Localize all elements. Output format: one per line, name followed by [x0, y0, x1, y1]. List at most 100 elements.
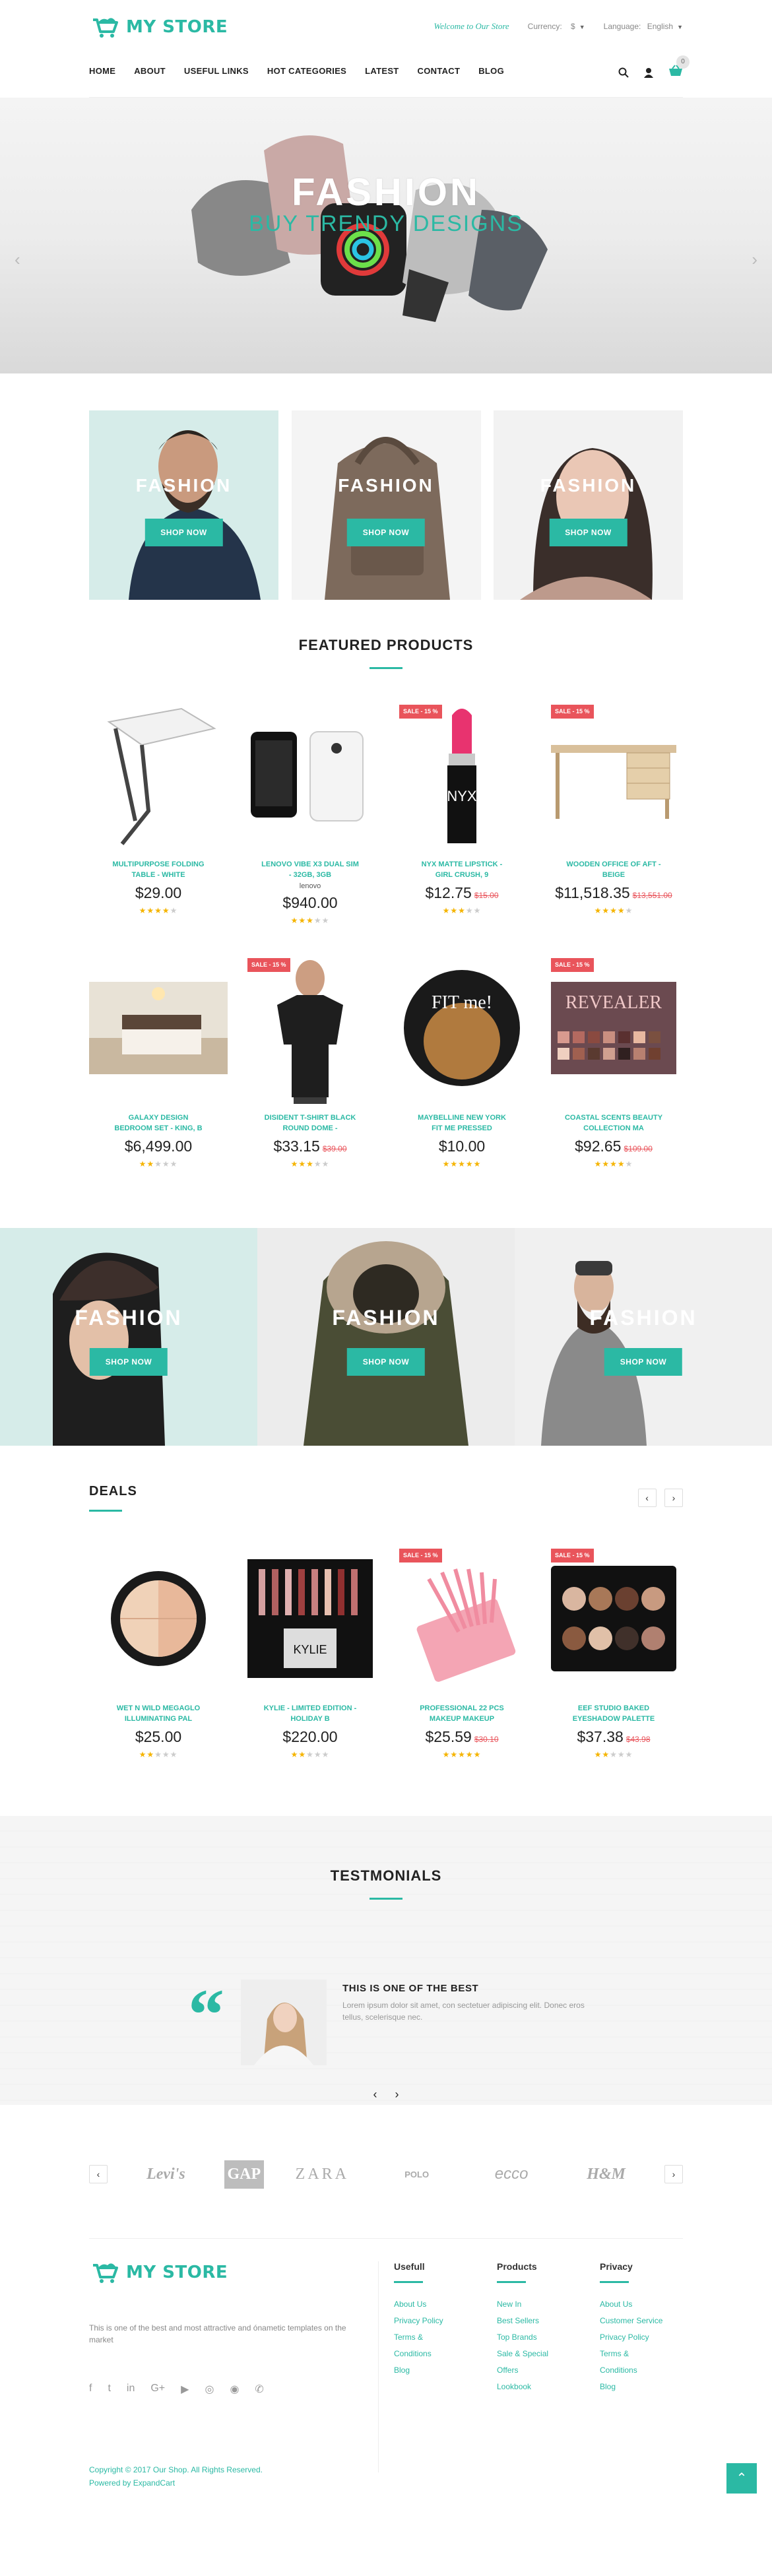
- product-image[interactable]: KYLIE: [241, 1542, 379, 1695]
- footer-link[interactable]: Sale & Special Offers: [497, 2346, 565, 2379]
- product-image[interactable]: SALE - 15 %: [544, 698, 683, 851]
- product-name[interactable]: COASTAL SCENTS BEAUTY COLLECTION MA: [544, 1112, 683, 1134]
- product-image[interactable]: FIT me!: [393, 951, 531, 1105]
- nav-item-about[interactable]: ABOUT: [134, 66, 166, 76]
- hero-prev-arrow[interactable]: ‹: [15, 249, 20, 270]
- footer-link[interactable]: Customer Service: [600, 2313, 668, 2329]
- banner-1[interactable]: FASHION SHOP NOW: [89, 410, 278, 600]
- nav-item-blog[interactable]: BLOG: [478, 66, 504, 76]
- language-selector[interactable]: Language: English ▼: [604, 22, 683, 31]
- product-card[interactable]: FIT me! MAYBELLINE NEW YORK FIT ME PRESSE…: [393, 951, 531, 1169]
- nav-item-useful-links[interactable]: USEFUL LINKS: [184, 66, 249, 76]
- product-name[interactable]: GALAXY DESIGN BEDROOM SET - KING, B: [89, 1112, 228, 1134]
- product-image[interactable]: SALE - 15 %: [544, 1542, 683, 1695]
- footer-link[interactable]: Best Sellers: [497, 2313, 565, 2329]
- footer-link[interactable]: Blog: [600, 2379, 668, 2395]
- footer-link[interactable]: Terms & Conditions: [600, 2346, 668, 2379]
- footer-link[interactable]: About Us: [600, 2296, 668, 2313]
- footer-link[interactable]: Top Brands: [497, 2329, 565, 2346]
- testimonial-prev-arrow[interactable]: ‹: [373, 2088, 377, 2101]
- footer-link[interactable]: Terms & Conditions: [394, 2329, 463, 2362]
- product-name[interactable]: MULTIPURPOSE FOLDING TABLE - WHITE: [89, 859, 228, 880]
- facebook-icon[interactable]: f: [89, 2383, 92, 2396]
- currency-selector[interactable]: Currency: $ ▼: [528, 22, 585, 31]
- product-name[interactable]: LENOVO VIBE X3 DUAL SIM - 32GB, 3GB: [241, 859, 379, 880]
- cart-button[interactable]: 0: [668, 55, 690, 80]
- user-icon[interactable]: [643, 67, 654, 78]
- nav-item-hot-categories[interactable]: HOT CATEGORIES: [267, 66, 346, 76]
- product-name[interactable]: EEF STUDIO BAKED EYESHADOW PALETTE: [544, 1703, 683, 1724]
- product-card[interactable]: NYX SALE - 15 % NYX MATTE LIPSTICK - GIRL …: [393, 698, 531, 925]
- shop-now-button[interactable]: SHOP NOW: [604, 1348, 683, 1376]
- product-name[interactable]: MAYBELLINE NEW YORK FIT ME PRESSED: [393, 1112, 531, 1134]
- deals-next-button[interactable]: ›: [664, 1489, 683, 1507]
- shop-now-button[interactable]: SHOP NOW: [549, 519, 627, 546]
- linkedin-icon[interactable]: in: [127, 2383, 135, 2396]
- testimonial-next-arrow[interactable]: ›: [395, 2088, 399, 2101]
- deals-prev-button[interactable]: ‹: [637, 1489, 657, 1507]
- footer-link[interactable]: Privacy Policy: [600, 2329, 668, 2346]
- footer-link[interactable]: About Us: [394, 2296, 463, 2313]
- nav-item-contact[interactable]: CONTACT: [418, 66, 461, 76]
- brand-logo-3[interactable]: ZARA: [286, 2166, 358, 2183]
- logo[interactable]: MY STORE: [89, 16, 228, 38]
- powered-by-link[interactable]: Powered by ExpandCart: [89, 2476, 263, 2490]
- shop-now-button[interactable]: SHOP NOW: [346, 1348, 426, 1376]
- youtube-icon[interactable]: ▶: [181, 2383, 189, 2396]
- footer-link[interactable]: New In: [497, 2296, 565, 2313]
- shop-now-button[interactable]: SHOP NOW: [145, 519, 223, 546]
- product-image[interactable]: [89, 698, 228, 851]
- product-image[interactable]: NYX SALE - 15 %: [393, 698, 531, 851]
- product-image[interactable]: SALE - 15 %: [241, 951, 379, 1105]
- nav-item-latest[interactable]: LATEST: [365, 66, 399, 76]
- product-card[interactable]: MULTIPURPOSE FOLDING TABLE - WHITE $29.00…: [89, 698, 228, 925]
- product-card[interactable]: LENOVO VIBE X3 DUAL SIM - 32GB, 3GB lenov…: [241, 698, 379, 925]
- brand-logo-6[interactable]: H&M: [570, 2166, 643, 2183]
- back-to-top-button[interactable]: ⌃: [726, 2463, 757, 2494]
- product-name[interactable]: WOODEN OFFICE OF AFT - BEIGE: [544, 859, 683, 880]
- product-card[interactable]: SALE - 15 % WOODEN OFFICE OF AFT - BEIGE $…: [544, 698, 683, 925]
- product-card[interactable]: REVEALER SALE - 15 % COASTAL SCENTS BEAUTY…: [544, 951, 683, 1169]
- product-card[interactable]: WET N WILD MEGAGLO ILLUMINATING PAL $25.0…: [89, 1542, 228, 1759]
- brand-logo-5[interactable]: ecco: [475, 2165, 548, 2183]
- product-card[interactable]: GALAXY DESIGN BEDROOM SET - KING, B $6,49…: [89, 951, 228, 1169]
- shop-now-button[interactable]: SHOP NOW: [89, 1348, 168, 1376]
- product-image[interactable]: [241, 698, 379, 851]
- product-card[interactable]: SALE - 15 % EEF STUDIO BAKED EYESHADOW PA…: [544, 1542, 683, 1759]
- product-name[interactable]: PROFESSIONAL 22 PCS MAKEUP MAKEUP: [393, 1703, 531, 1724]
- wide-banner-1[interactable]: FASHION SHOP NOW: [0, 1228, 257, 1446]
- product-name[interactable]: DISIDENT T-SHIRT BLACK ROUND DOME -: [241, 1112, 379, 1134]
- instagram-icon[interactable]: ◎: [205, 2383, 214, 2396]
- google-plus-icon[interactable]: G+: [150, 2383, 165, 2396]
- brands-next-button[interactable]: ›: [664, 2165, 683, 2183]
- product-name[interactable]: NYX MATTE LIPSTICK - GIRL CRUSH, 9: [393, 859, 531, 880]
- brand-logo-4[interactable]: POLO: [381, 2170, 453, 2179]
- twitter-icon[interactable]: t: [108, 2383, 110, 2396]
- banner-3[interactable]: FASHION SHOP NOW: [494, 410, 683, 600]
- product-card[interactable]: SALE - 15 % PROFESSIONAL 22 PCS MAKEUP MA…: [393, 1542, 531, 1759]
- product-image[interactable]: [89, 951, 228, 1105]
- brand-logo-1[interactable]: Levi's: [129, 2166, 202, 2183]
- snapchat-icon[interactable]: ◉: [230, 2383, 239, 2396]
- hero-next-arrow[interactable]: ›: [752, 249, 757, 270]
- footer-link[interactable]: Privacy Policy: [394, 2313, 463, 2329]
- brand-logo-2[interactable]: GAP: [224, 2160, 264, 2189]
- product-image[interactable]: [89, 1542, 228, 1695]
- brands-prev-button[interactable]: ‹: [89, 2165, 108, 2183]
- product-image[interactable]: REVEALER SALE - 15 %: [544, 951, 683, 1105]
- banner-2[interactable]: FASHION SHOP NOW: [291, 410, 481, 600]
- product-image[interactable]: SALE - 15 %: [393, 1542, 531, 1695]
- product-card[interactable]: SALE - 15 % DISIDENT T-SHIRT BLACK ROUND …: [241, 951, 379, 1169]
- search-icon[interactable]: [618, 67, 629, 78]
- product-card[interactable]: KYLIE KYLIE - LIMITED EDITION - HOLIDAY B…: [241, 1542, 379, 1759]
- nav-item-home[interactable]: HOME: [89, 66, 115, 76]
- footer-link[interactable]: Lookbook: [497, 2379, 565, 2395]
- wide-banner-2[interactable]: FASHION SHOP NOW: [257, 1228, 515, 1446]
- whatsapp-icon[interactable]: ✆: [255, 2383, 263, 2396]
- shop-now-button[interactable]: SHOP NOW: [346, 519, 426, 546]
- wide-banner-3[interactable]: FASHION SHOP NOW: [515, 1228, 772, 1446]
- product-name[interactable]: KYLIE - LIMITED EDITION - HOLIDAY B: [241, 1703, 379, 1724]
- footer-link[interactable]: Blog: [394, 2362, 463, 2379]
- footer-logo[interactable]: MY STORE: [89, 2261, 228, 2284]
- product-name[interactable]: WET N WILD MEGAGLO ILLUMINATING PAL: [89, 1703, 228, 1724]
